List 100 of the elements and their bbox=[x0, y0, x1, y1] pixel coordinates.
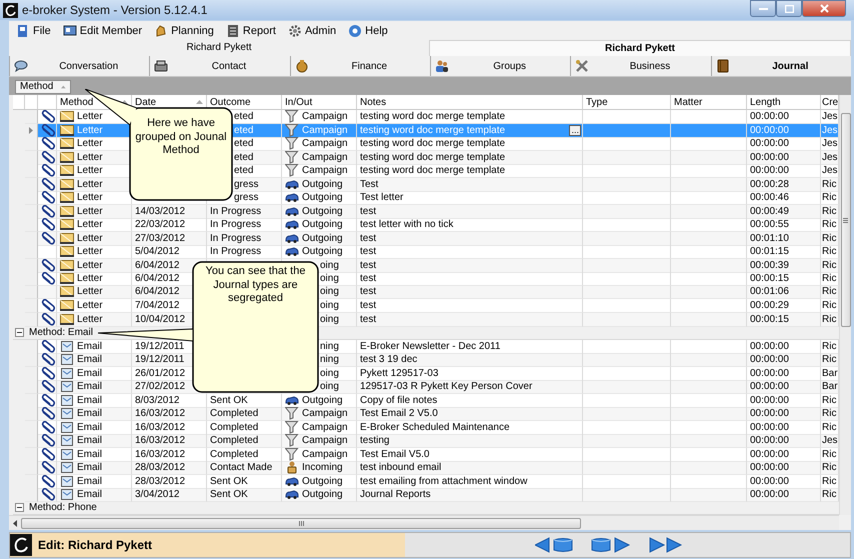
gear-icon bbox=[288, 24, 302, 38]
table-cell: 00:01:15 bbox=[750, 246, 789, 257]
table-cell: 3/04/2012 bbox=[135, 489, 180, 500]
table-cell: Email bbox=[77, 381, 102, 392]
table-cell: 28/03/2012 bbox=[135, 462, 186, 473]
table-cell: Campaign bbox=[302, 152, 348, 162]
table-cell: Test letter bbox=[360, 192, 404, 203]
previous-button[interactable] bbox=[535, 537, 551, 553]
maximize-icon[interactable] bbox=[784, 4, 794, 12]
ellipsis-button[interactable]: ... bbox=[569, 124, 581, 136]
envelope-icon bbox=[60, 314, 74, 324]
menu-item[interactable]: File bbox=[13, 24, 54, 38]
table-cell: 19/12/2011 bbox=[135, 354, 184, 365]
menu-item[interactable]: Planning bbox=[151, 24, 217, 38]
collapse-icon[interactable] bbox=[15, 328, 24, 337]
table-cell: Campaign bbox=[302, 111, 348, 122]
table-cell: Outgoing bbox=[302, 489, 343, 500]
table-cell: 14/03/2012 bbox=[135, 206, 186, 216]
table-cell: test bbox=[360, 260, 376, 270]
table-cell: 27/03/2012 bbox=[135, 232, 186, 244]
car-icon bbox=[285, 245, 299, 258]
horizontal-scrollbar[interactable] bbox=[9, 515, 839, 530]
table-cell: In Progress bbox=[210, 246, 262, 257]
table-cell: Email bbox=[77, 489, 102, 500]
table-row[interactable]: Email 28/03/2012 Sent OK Outgoing test emailing from attachment window 00:00:00 Ric bbox=[13, 474, 839, 488]
table-cell: oing bbox=[320, 300, 339, 311]
table-row[interactable]: Email 16/03/2012 Completed Campaign Test Email V5.0 00:00:00 Ric bbox=[13, 448, 839, 461]
table-cell: Ric bbox=[822, 476, 836, 486]
grip-icon bbox=[298, 520, 304, 526]
minimize-button[interactable] bbox=[750, 0, 776, 17]
table-cell: 16/03/2012 bbox=[135, 408, 186, 419]
table-cell: test bbox=[360, 286, 376, 298]
table-cell: E-Broker Newsletter - Dec 2011 bbox=[360, 340, 500, 352]
table-row[interactable]: Letter 27/03/2012 In Progress Outgoing test 00:01:10 Ric bbox=[13, 232, 839, 245]
car-icon bbox=[285, 474, 299, 488]
close-icon[interactable] bbox=[820, 4, 828, 13]
table-row[interactable]: Letter 22/03/2012 In Progress Outgoing test letter with no tick 00:00:55 Ric bbox=[13, 218, 839, 232]
table-cell: Ric bbox=[822, 394, 836, 406]
scroll-left-icon[interactable] bbox=[13, 520, 17, 526]
table-cell: Outgoing bbox=[302, 178, 343, 190]
maximize-button[interactable] bbox=[776, 0, 802, 17]
scroll-thumb[interactable] bbox=[840, 113, 850, 327]
table-cell: Letter bbox=[77, 232, 103, 244]
table-row[interactable]: Email 16/03/2012 Completed Campaign testing 00:00:00 Jes bbox=[13, 434, 839, 448]
envelope-icon bbox=[60, 124, 74, 136]
table-cell: Campaign bbox=[302, 448, 348, 460]
collapse-icon[interactable] bbox=[15, 503, 24, 512]
vertical-scrollbar[interactable] bbox=[839, 95, 851, 515]
envelope-icon bbox=[60, 178, 74, 190]
phone-icon bbox=[154, 59, 168, 73]
table-row[interactable]: Email 8/03/2012 Sent OK Outgoing Copy of file notes 00:00:00 Ric bbox=[13, 394, 839, 407]
column-header[interactable]: Cre bbox=[821, 95, 839, 109]
table-row[interactable]: Email 16/03/2012 Completed Campaign Test Email 2 V5.0 00:00:00 Ric bbox=[13, 407, 839, 420]
table-row[interactable]: Email 16/03/2012 Completed Campaign E-Broker Scheduled Maintenance 00:00:00 Ric bbox=[13, 420, 839, 434]
table-cell: Completed bbox=[210, 448, 258, 460]
tab[interactable]: Journal bbox=[710, 56, 851, 76]
table-cell: Letter bbox=[77, 138, 103, 149]
table-cell: Sent OK bbox=[210, 489, 248, 500]
menu-item[interactable]: Help bbox=[345, 24, 391, 38]
table-cell: Email bbox=[77, 340, 102, 352]
table-cell: eted bbox=[234, 165, 254, 176]
menu-item[interactable]: Report bbox=[222, 24, 279, 38]
group-by-chip[interactable]: Method bbox=[15, 80, 71, 94]
table-cell: Letter bbox=[77, 124, 103, 136]
table-cell: Ric bbox=[822, 448, 836, 460]
menu-item[interactable]: Admin bbox=[284, 24, 340, 38]
database-button[interactable] bbox=[591, 537, 611, 553]
row-header[interactable] bbox=[25, 110, 38, 124]
logo-icon bbox=[3, 2, 18, 18]
database-button[interactable] bbox=[553, 537, 573, 553]
envelope-icon bbox=[60, 219, 74, 230]
table-row[interactable]: Email 3/04/2012 Sent OK Outgoing Journal Reports 00:00:00 Ric bbox=[13, 488, 839, 502]
scroll-thumb[interactable] bbox=[21, 518, 581, 528]
next-button[interactable] bbox=[613, 537, 630, 553]
table-cell: Outgoing bbox=[302, 206, 343, 216]
menu-item[interactable]: Edit Member bbox=[60, 24, 146, 38]
row-header[interactable] bbox=[25, 299, 38, 313]
last-button[interactable] bbox=[648, 537, 682, 553]
table-row[interactable]: Letter 14/03/2012 In Progress Outgoing test 00:00:49 Ric bbox=[13, 204, 839, 218]
column-header[interactable]: Type bbox=[583, 95, 671, 109]
table-cell: Email bbox=[77, 368, 102, 378]
table-row[interactable]: Email 28/03/2012 Contact Made Incoming test inbound email 00:00:00 Ric bbox=[13, 461, 839, 474]
row-header[interactable] bbox=[25, 286, 38, 299]
tools-icon bbox=[575, 59, 590, 73]
table-cell: 00:01:06 bbox=[750, 286, 789, 298]
table-cell: Ric bbox=[822, 192, 836, 203]
table-cell: Sent OK bbox=[210, 394, 248, 406]
car-icon bbox=[285, 488, 299, 501]
table-cell: 00:00:00 bbox=[750, 165, 789, 176]
table-cell: 22/03/2012 bbox=[135, 219, 186, 230]
close-button[interactable] bbox=[802, 0, 846, 17]
person-icon bbox=[285, 461, 299, 474]
table-row[interactable]: Letter 5/04/2012 In Progress Outgoing test 00:01:15 Ric bbox=[13, 245, 839, 258]
table-cell: Ric bbox=[822, 422, 836, 432]
table-cell: testing word doc merge template bbox=[360, 111, 506, 122]
table-cell: In Progress bbox=[210, 206, 262, 216]
table-cell: test bbox=[360, 314, 376, 324]
email-icon bbox=[60, 340, 74, 352]
table-cell: Completed bbox=[210, 435, 258, 446]
table-cell: Outgoing bbox=[302, 394, 343, 406]
